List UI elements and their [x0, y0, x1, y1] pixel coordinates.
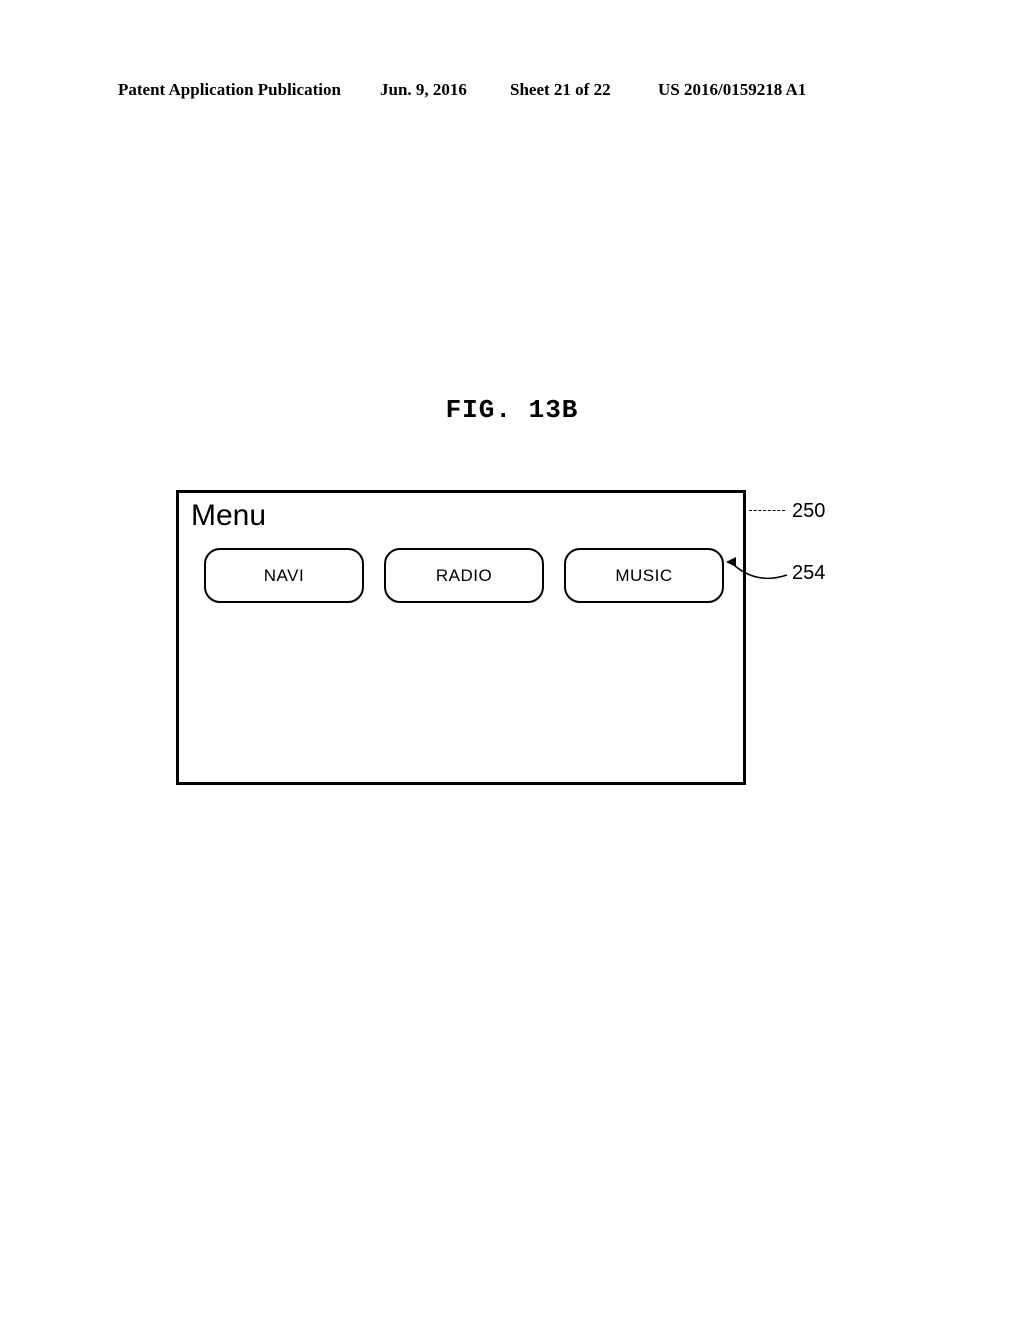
header-publication: Patent Application Publication	[118, 80, 341, 100]
arrowhead-icon	[726, 557, 736, 567]
header-sheet: Sheet 21 of 22	[510, 80, 611, 100]
music-button[interactable]: MUSIC	[564, 548, 724, 603]
reference-numeral-250: 250	[792, 500, 825, 523]
leader-line-254	[732, 563, 782, 585]
menu-title: Menu	[191, 499, 266, 533]
menu-button-row: NAVI RADIO MUSIC	[204, 548, 724, 603]
header-pubno: US 2016/0159218 A1	[658, 80, 806, 100]
navi-button[interactable]: NAVI	[204, 548, 364, 603]
leader-line-250	[749, 510, 785, 511]
figure-label: FIG. 13B	[0, 395, 1024, 425]
reference-numeral-254: 254	[792, 562, 825, 585]
header-date: Jun. 9, 2016	[380, 80, 467, 100]
radio-button[interactable]: RADIO	[384, 548, 544, 603]
menu-screen: Menu NAVI RADIO MUSIC	[176, 490, 746, 785]
